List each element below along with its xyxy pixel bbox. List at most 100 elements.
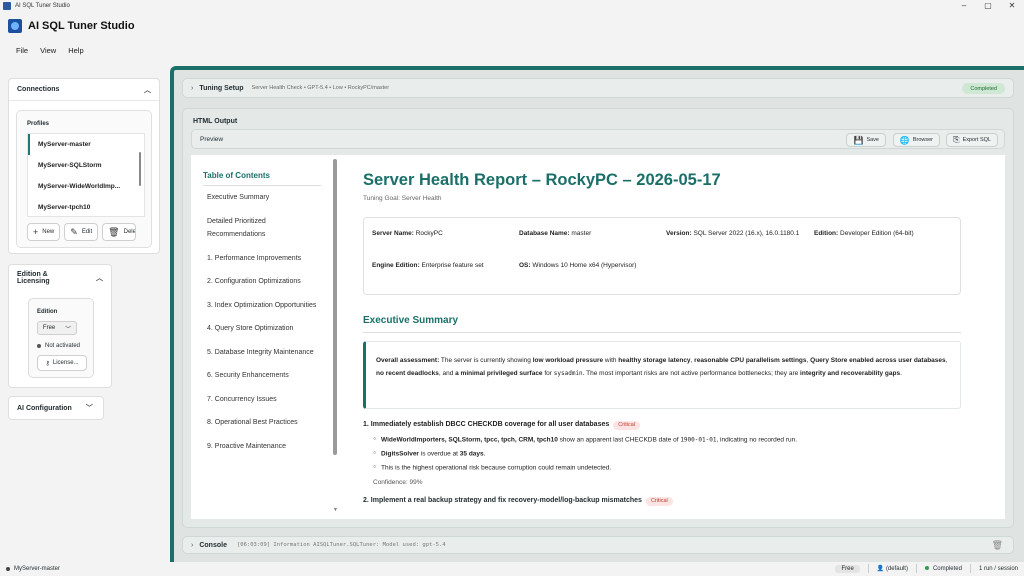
menu-help[interactable]: Help [68, 46, 83, 55]
console-log-line: [06:03:09] Information AISQLTuner.SQLTun… [236, 542, 446, 548]
os-info: OS: Windows 10 Home x64 (Hypervisor) [519, 262, 637, 269]
window-controls: – ▢ ✕ [952, 0, 1024, 12]
toc-divider [203, 185, 321, 186]
connections-title: Connections [17, 86, 60, 93]
console-title: Console [199, 541, 227, 549]
tuning-setup-title: Tuning Setup [199, 84, 244, 92]
tuning-summary: Server Health Check • GPT-5.4 • Low • Ro… [251, 85, 390, 91]
edition-group: Edition Free ﹀ Not activated ⚷ License..… [28, 298, 94, 378]
toc-item[interactable]: Executive Summary [207, 191, 321, 205]
activation-status: Not activated [37, 343, 80, 349]
preview-label: Preview [200, 135, 224, 143]
ai-configuration-title: AI Configuration [17, 404, 72, 412]
app-header: AI SQL Tuner Studio [0, 12, 1024, 40]
browser-button[interactable]: 🌐 Browser [892, 133, 940, 147]
maximize-button[interactable]: ▢ [976, 0, 1000, 12]
recommendation-title: 1. Immediately establish DBCC CHECKDB co… [363, 421, 610, 428]
overall-assessment: Overall assessment: The server is curren… [363, 341, 961, 409]
console-bar[interactable]: › Console [06:03:09] Information AISQLTu… [182, 536, 1014, 554]
status-bar: MyServer-master Free 👤 (default) Complet… [0, 562, 1024, 576]
tuning-setup-bar[interactable]: › Tuning Setup Server Health Check • GPT… [182, 78, 1014, 98]
toc-item[interactable]: 5. Database Integrity Maintenance [207, 346, 321, 360]
report-preview[interactable]: Table of Contents Executive Summary Deta… [191, 155, 1005, 519]
toc-item[interactable]: Detailed Prioritized Recommendations [207, 215, 321, 242]
database-name-info: Database Name: master [519, 230, 592, 237]
edition-info: Edition: Developer Edition (64-bit) [814, 230, 914, 237]
recommendation-1: 1. Immediately establish DBCC CHECKDB co… [363, 419, 963, 486]
run-state: Completed [924, 565, 962, 572]
toc-item[interactable]: 7. Concurrency Issues [207, 393, 321, 407]
user-icon: 👤 [876, 566, 885, 572]
ai-configuration-header[interactable]: AI Configuration ﹀ [9, 397, 103, 419]
edition-title: Edition & Licensing [17, 271, 50, 285]
edition-badge: Free [835, 564, 860, 573]
save-button[interactable]: 💾 Save [846, 133, 886, 147]
window-title: AI SQL Tuner Studio [15, 3, 70, 9]
scroll-down-arrow-icon[interactable]: ▼ [333, 507, 338, 513]
menu-file[interactable]: File [16, 46, 28, 55]
status-dot-icon [37, 344, 41, 348]
profiles-scrollbar[interactable] [139, 152, 141, 186]
status-badge: Completed [962, 83, 1005, 94]
edition-select[interactable]: Free ﹀ [37, 321, 77, 335]
plus-icon: + [33, 227, 39, 237]
critical-badge: Critical [613, 421, 641, 430]
license-button[interactable]: ⚷ License... [37, 355, 87, 371]
toc-item[interactable]: 1. Performance Improvements [207, 252, 321, 266]
preview-toolbar: Preview 💾 Save 🌐 Browser ⎘ Export SQL [191, 129, 1005, 149]
export-icon: ⎘ [953, 135, 960, 144]
server-name-info: Server Name: RockyPC [372, 230, 443, 237]
chevron-right-icon[interactable]: › [191, 85, 193, 92]
chevron-down-icon[interactable]: ﹀ [86, 403, 93, 413]
profiles-label: Profiles [27, 121, 50, 127]
app-name: AI SQL Tuner Studio [28, 20, 135, 32]
connections-header[interactable]: Connections ︿ [9, 79, 159, 101]
server-info-box: Server Name: RockyPC Database Name: mast… [363, 217, 961, 295]
toc-scrollbar[interactable] [333, 159, 337, 455]
new-profile-button[interactable]: + New [27, 223, 61, 241]
ai-configuration-panel[interactable]: AI Configuration ﹀ [8, 396, 104, 420]
toc-item[interactable]: 9. Proactive Maintenance [207, 440, 321, 454]
toc-item[interactable]: 4. Query Store Optimization [207, 322, 321, 336]
menu-view[interactable]: View [40, 46, 56, 55]
edit-profile-button[interactable]: ✎ Edit [64, 223, 99, 241]
profiles-list[interactable]: MyServer-master MyServer-SQLStorm MyServ… [27, 133, 145, 217]
chevron-up-icon[interactable]: ︿ [144, 85, 151, 95]
chevron-down-icon: ﹀ [65, 326, 72, 333]
app-icon [3, 2, 11, 10]
confidence-label: Confidence: 99% [373, 478, 423, 486]
html-output-title: HTML Output [193, 118, 238, 125]
minimize-button[interactable]: – [952, 0, 976, 12]
profile-item-wideworldimporters[interactable]: MyServer-WideWorldImp... [28, 176, 144, 197]
pencil-icon: ✎ [70, 226, 78, 237]
clear-console-trash-icon[interactable]: 🗑 [992, 540, 1003, 551]
critical-badge: Critical [645, 497, 673, 506]
tuning-goal: Tuning Goal: Server Health [363, 195, 442, 202]
profile-item-master[interactable]: MyServer-master [28, 134, 144, 155]
edition-header[interactable]: Edition & Licensing ︿ [9, 265, 111, 291]
section-divider [363, 332, 961, 333]
app-logo-icon [8, 19, 22, 33]
recommendation-title: 2. Implement a real backup strategy and … [363, 497, 642, 504]
toc-item[interactable]: 8. Operational Best Practices [207, 416, 321, 430]
toc-item[interactable]: 2. Configuration Optimizations [207, 275, 321, 289]
status-right: Free 👤 (default) Completed 1 run / sessi… [835, 564, 1018, 573]
globe-icon: 🌐 [899, 135, 910, 145]
usage-count: 1 run / session [978, 565, 1018, 572]
profile-item-tpch10[interactable]: MyServer-tpch10 [28, 197, 144, 218]
toc-item[interactable]: 6. Security Enhancements [207, 369, 321, 383]
key-icon: ⚷ [45, 360, 50, 367]
list-item: This is the highest operational risk bec… [373, 461, 963, 475]
close-button[interactable]: ✕ [1000, 0, 1024, 12]
version-info: Version: SQL Server 2022 (16.x), 16.0.11… [666, 230, 800, 237]
engine-edition-info: Engine Edition: Enterprise feature set [372, 262, 484, 269]
list-item: DigitsSolver is overdue at 35 days. [373, 447, 963, 461]
success-dot-icon [924, 565, 929, 570]
toc-item[interactable]: 3. Index Optimization Opportunities [207, 299, 321, 313]
export-sql-button[interactable]: ⎘ Export SQL [946, 133, 998, 147]
delete-profile-button[interactable]: 🗑 Dele [102, 223, 137, 241]
profile-item-sqlstorm[interactable]: MyServer-SQLStorm [28, 155, 144, 176]
connection-status: MyServer-master [6, 566, 60, 572]
chevron-right-icon[interactable]: › [191, 542, 193, 549]
chevron-up-icon[interactable]: ︿ [96, 273, 103, 283]
